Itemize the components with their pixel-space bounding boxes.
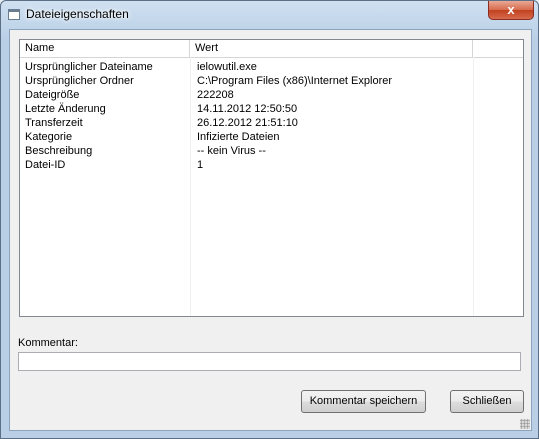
list-item[interactable]: Letzte Änderung 14.11.2012 12:50:50 bbox=[20, 102, 523, 116]
comment-label: Kommentar: bbox=[18, 337, 78, 349]
property-name: Datei-ID bbox=[25, 159, 66, 171]
property-name: Kategorie bbox=[25, 131, 73, 143]
close-button[interactable]: Schließen bbox=[450, 390, 524, 413]
property-name: Beschreibung bbox=[25, 145, 93, 157]
list-item[interactable]: Ursprünglicher Ordner C:\Program Files (… bbox=[20, 74, 523, 88]
window-title: Dateieigenschaften bbox=[26, 7, 129, 21]
close-window-button[interactable]: x bbox=[488, 1, 534, 20]
property-name: Ursprünglicher Dateiname bbox=[25, 61, 153, 73]
property-value: 26.12.2012 21:51:10 bbox=[197, 117, 298, 129]
property-name: Transferzeit bbox=[25, 117, 83, 129]
resize-grip[interactable] bbox=[520, 419, 530, 429]
properties-list[interactable]: Name Wert Ursprünglicher Dateiname ielow… bbox=[19, 39, 524, 317]
column-header-filler bbox=[473, 40, 523, 57]
list-item[interactable]: Datei-ID 1 bbox=[20, 158, 523, 172]
dialog-client-area: Name Wert Ursprünglicher Dateiname ielow… bbox=[9, 29, 532, 431]
list-item[interactable]: Dateigröße 222208 bbox=[20, 88, 523, 102]
list-item[interactable]: Beschreibung -- kein Virus -- bbox=[20, 144, 523, 158]
column-header-name[interactable]: Name bbox=[20, 40, 190, 57]
property-value: 222208 bbox=[197, 89, 234, 101]
property-value: 14.11.2012 12:50:50 bbox=[197, 103, 298, 115]
property-value: ielowutil.exe bbox=[197, 61, 257, 73]
title-bar[interactable]: Dateieigenschaften x bbox=[1, 1, 538, 29]
save-comment-button[interactable]: Kommentar speichern bbox=[301, 390, 426, 413]
list-item[interactable]: Kategorie Infizierte Dateien bbox=[20, 130, 523, 144]
list-rows: Ursprünglicher Dateiname ielowutil.exe U… bbox=[20, 60, 523, 172]
property-name: Ursprünglicher Ordner bbox=[25, 75, 134, 87]
window-icon bbox=[8, 9, 20, 20]
property-name: Letzte Änderung bbox=[25, 103, 106, 115]
column-header-value[interactable]: Wert bbox=[190, 40, 473, 57]
property-name: Dateigröße bbox=[25, 89, 80, 101]
property-value: Infizierte Dateien bbox=[197, 131, 280, 143]
comment-input[interactable] bbox=[18, 352, 521, 371]
list-header: Name Wert bbox=[20, 40, 523, 58]
property-value: -- kein Virus -- bbox=[197, 145, 266, 157]
property-value: C:\Program Files (x86)\Internet Explorer bbox=[197, 75, 393, 87]
property-value: 1 bbox=[197, 159, 204, 171]
list-item[interactable]: Transferzeit 26.12.2012 21:51:10 bbox=[20, 116, 523, 130]
properties-dialog: Dateieigenschaften x Name Wert Ursprüngl… bbox=[0, 0, 539, 439]
list-item[interactable]: Ursprünglicher Dateiname ielowutil.exe bbox=[20, 60, 523, 74]
